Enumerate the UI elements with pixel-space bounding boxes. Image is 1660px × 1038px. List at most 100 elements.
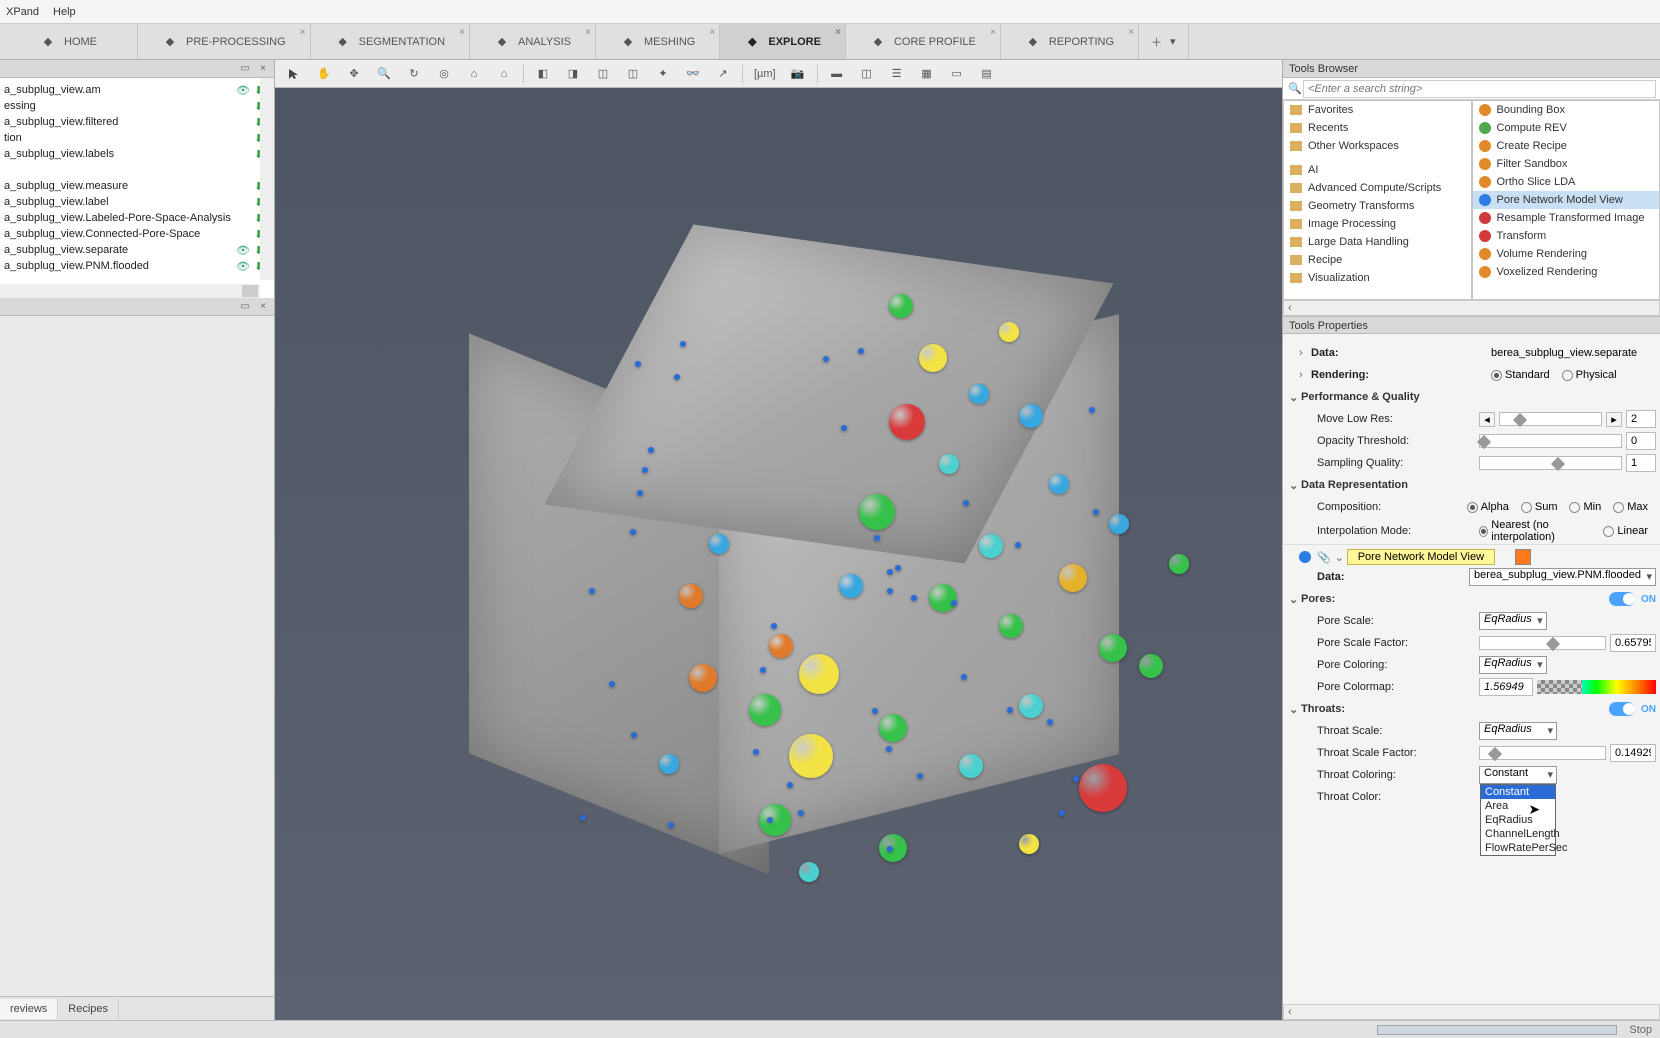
home-icon[interactable]: ⌂ (461, 63, 487, 85)
radio-min[interactable]: Min (1569, 501, 1601, 513)
pore-colormap-input[interactable] (1479, 678, 1533, 696)
layout3-icon[interactable]: ☰ (884, 63, 910, 85)
tab-close-icon[interactable]: × (990, 27, 996, 38)
tree-item[interactable]: a_subplug_view.Connected-Pore-Space⬇ (2, 226, 272, 242)
tree-item[interactable] (2, 162, 272, 178)
pnm-module-tag[interactable]: Pore Network Model View (1347, 549, 1495, 565)
tab-pre-processing[interactable]: ◆PRE-PROCESSING× (138, 24, 311, 59)
tree-item[interactable]: a_subplug_view.am👁⬇ (2, 82, 272, 98)
pore-coloring-dropdown[interactable]: EqRadius (1479, 656, 1547, 674)
zoom-icon[interactable]: 🔍 (371, 63, 397, 85)
pore-sf-input[interactable] (1610, 634, 1656, 652)
tab-explore[interactable]: ◆EXPLORE× (720, 24, 846, 59)
tools-hscroll[interactable]: ‹ (1283, 300, 1660, 316)
viewport-canvas[interactable] (275, 88, 1282, 1020)
pore-colormap-bar[interactable] (1537, 680, 1656, 694)
tab-reviews[interactable]: reviews (0, 999, 58, 1019)
tool-item[interactable]: Ortho Slice LDA (1473, 173, 1660, 191)
opacity-input[interactable] (1626, 432, 1656, 450)
category-item[interactable]: Geometry Transforms (1284, 197, 1471, 215)
tool-item[interactable]: Compute REV (1473, 119, 1660, 137)
hand-icon[interactable]: ✋ (311, 63, 337, 85)
category-item[interactable]: Image Processing (1284, 215, 1471, 233)
category-item[interactable]: Visualization (1284, 269, 1471, 287)
props-hscroll[interactable]: ‹ (1283, 1004, 1660, 1020)
tree-hscroll[interactable] (0, 284, 260, 298)
category-item[interactable]: Other Workspaces (1284, 137, 1471, 155)
sampling-slider[interactable] (1479, 456, 1622, 470)
category-item[interactable]: Favorites (1284, 101, 1471, 119)
section-pores[interactable]: Pores: (1301, 593, 1335, 605)
tool-item[interactable]: Filter Sandbox (1473, 155, 1660, 173)
cube2-icon[interactable]: ◫ (620, 63, 646, 85)
tab-close-icon[interactable]: × (835, 27, 841, 38)
tab-close-icon[interactable]: × (585, 27, 591, 38)
throat-coloring-dropdown[interactable]: Constant ➤ ConstantAreaEqRadiusChannelLe… (1479, 766, 1557, 784)
tab-recipes[interactable]: Recipes (58, 999, 119, 1019)
dropdown-option[interactable]: Constant (1481, 785, 1555, 799)
menu-help[interactable]: Help (53, 6, 76, 18)
layout4-icon[interactable]: ▦ (914, 63, 940, 85)
category-item[interactable]: AI (1284, 161, 1471, 179)
radio-physical[interactable]: Physical (1562, 369, 1617, 381)
throat-coloring-options[interactable]: ➤ ConstantAreaEqRadiusChannelLengthFlowR… (1480, 784, 1556, 856)
radio-standard[interactable]: Standard (1491, 369, 1550, 381)
camera-icon[interactable]: 📷 (785, 63, 811, 85)
tool-item[interactable]: Bounding Box (1473, 101, 1660, 119)
tool-item[interactable]: Volume Rendering (1473, 245, 1660, 263)
detach-icon[interactable]: ▭ (238, 63, 252, 75)
pointer-icon[interactable] (281, 63, 307, 85)
tab-reporting[interactable]: ◆REPORTING× (1001, 24, 1139, 59)
target-icon[interactable]: ◎ (431, 63, 457, 85)
throat-scale-dropdown[interactable]: EqRadius (1479, 722, 1557, 740)
tree-item[interactable]: a_subplug_view.PNM.flooded👁⬇ (2, 258, 272, 274)
move-icon[interactable]: ✥ (341, 63, 367, 85)
tab-meshing[interactable]: ◆MESHING× (596, 24, 720, 59)
section-throats[interactable]: Throats: (1301, 703, 1345, 715)
dropdown-option[interactable]: ChannelLength (1481, 827, 1555, 841)
tool-item[interactable]: Transform (1473, 227, 1660, 245)
category-item[interactable]: Advanced Compute/Scripts (1284, 179, 1471, 197)
sampling-input[interactable] (1626, 454, 1656, 472)
tab-close-icon[interactable]: × (300, 27, 306, 38)
tool-item[interactable]: Pore Network Model View (1473, 191, 1660, 209)
tool-item[interactable]: Create Recipe (1473, 137, 1660, 155)
pores-toggle[interactable] (1609, 592, 1635, 606)
tree-item[interactable]: a_subplug_view.Labeled-Pore-Space-Analys… (2, 210, 272, 226)
tree-item[interactable]: essing⬇ (2, 98, 272, 114)
tool-item[interactable]: Voxelized Rendering (1473, 263, 1660, 281)
tree-item[interactable]: a_subplug_view.separate👁⬇ (2, 242, 272, 258)
section-perf[interactable]: Performance & Quality (1301, 391, 1420, 403)
tree-item[interactable]: a_subplug_view.labels⬇ (2, 146, 272, 162)
step-left-icon[interactable]: ◂ (1479, 412, 1495, 427)
dropdown-option[interactable]: FlowRatePerSec (1481, 841, 1555, 855)
tab-core-profile[interactable]: ◆CORE PROFILE× (846, 24, 1001, 59)
section-datarep[interactable]: Data Representation (1301, 479, 1408, 491)
light-icon[interactable]: ✦ (650, 63, 676, 85)
tree-item[interactable]: a_subplug_view.filtered⬇ (2, 114, 272, 130)
eye-icon[interactable]: 👁 (236, 260, 248, 272)
detach-icon[interactable]: ▭ (238, 301, 252, 313)
radio-sum[interactable]: Sum (1521, 501, 1558, 513)
move-lowres-slider[interactable] (1499, 412, 1602, 426)
layout6-icon[interactable]: ▤ (974, 63, 1000, 85)
tools-search-input[interactable] (1303, 80, 1656, 98)
stop-button[interactable]: Stop (1629, 1024, 1652, 1036)
radio-nearest[interactable]: Nearest (no interpolation) (1479, 519, 1591, 543)
opacity-slider[interactable] (1479, 434, 1622, 448)
pore-sf-slider[interactable] (1479, 636, 1606, 650)
tree-vscroll[interactable] (260, 78, 274, 280)
rotate-icon[interactable]: ↻ (401, 63, 427, 85)
tree-item[interactable]: a_subplug_view.label⬇ (2, 194, 272, 210)
layout1-icon[interactable]: ▬ (824, 63, 850, 85)
tree-item[interactable]: a_subplug_view.measure⬇ (2, 178, 272, 194)
units-label[interactable]: [µm] (749, 63, 781, 85)
tree-item[interactable]: tion⬇ (2, 130, 272, 146)
tab-close-icon[interactable]: × (710, 27, 716, 38)
tab-close-icon[interactable]: × (459, 27, 465, 38)
close-icon[interactable]: × (256, 301, 270, 313)
tool-list[interactable]: Bounding BoxCompute REVCreate RecipeFilt… (1472, 100, 1660, 300)
step-right-icon[interactable]: ▸ (1606, 412, 1622, 427)
chevron-down-icon[interactable]: ⌄ (1335, 551, 1347, 564)
category-item[interactable]: Large Data Handling (1284, 233, 1471, 251)
